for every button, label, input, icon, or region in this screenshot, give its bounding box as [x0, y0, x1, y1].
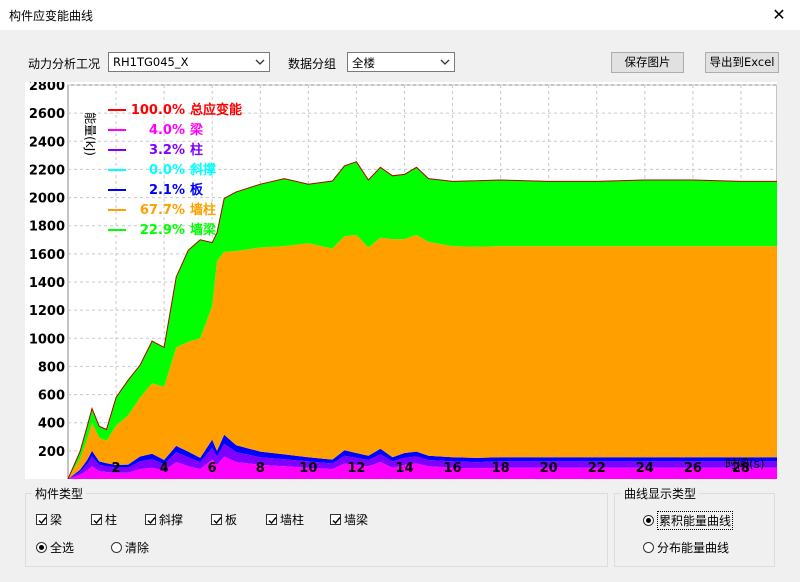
y-tick-label: 200	[38, 445, 65, 460]
close-button[interactable]: ✕	[764, 2, 794, 28]
legend-percent: 3.2%	[149, 143, 185, 158]
component-checkbox-4[interactable]: 墙柱	[266, 511, 304, 528]
select-all-label: 全选	[50, 541, 75, 555]
x-tick-label: 22	[588, 461, 606, 476]
y-tick-label: 2600	[29, 107, 65, 122]
component-checkbox-1[interactable]: 柱	[91, 511, 117, 528]
legend-percent: 67.7%	[140, 203, 185, 218]
title-bar: 构件应变能曲线 ✕	[0, 0, 800, 30]
component-checkbox-3[interactable]: 板	[211, 511, 237, 528]
legend-name: 柱	[190, 142, 203, 158]
y-tick-label: 1600	[29, 248, 65, 263]
y-tick-label: 1400	[29, 276, 65, 291]
chevron-down-icon	[440, 59, 450, 65]
x-tick-label: 20	[540, 461, 558, 476]
window-title: 构件应变能曲线	[9, 9, 94, 23]
legend-name: 斜撑	[189, 162, 216, 178]
x-tick-label: 4	[160, 461, 169, 476]
component-checkbox-2[interactable]: 斜撑	[145, 511, 183, 528]
legend-percent: 22.9%	[140, 223, 185, 238]
component-checkbox-label: 墙柱	[280, 513, 305, 527]
legend-percent: 2.1%	[149, 183, 185, 198]
y-tick-label: 800	[38, 360, 65, 375]
x-tick-label: 26	[684, 461, 702, 476]
legend-name: 板	[190, 182, 204, 198]
cumulative-curve-radio[interactable]: 累积能量曲线	[643, 511, 734, 530]
clear-label: 清除	[125, 541, 150, 555]
radio-circle-icon	[111, 542, 122, 553]
curve-display-title: 曲线显示类型	[621, 485, 700, 502]
chevron-down-icon	[255, 59, 265, 65]
radio-dot-icon	[36, 542, 47, 553]
checkbox-icon	[145, 514, 156, 525]
distribution-curve-radio[interactable]: 分布能量曲线	[643, 539, 729, 556]
distribution-curve-label: 分布能量曲线	[657, 541, 730, 555]
x-tick-label: 24	[636, 461, 654, 476]
checkbox-icon	[91, 514, 102, 525]
data-group-value: 全楼	[352, 56, 375, 70]
y-tick-label: 2200	[29, 163, 65, 178]
y-tick-label: 400	[38, 417, 65, 432]
checkbox-icon	[36, 514, 47, 525]
legend-percent: 100.0%	[131, 103, 185, 118]
y-axis-label: 能量(kJ)	[83, 112, 97, 156]
clear-radio[interactable]: 清除	[111, 539, 149, 556]
data-group-label: 数据分组	[288, 57, 337, 71]
save-image-button[interactable]: 保存图片	[611, 52, 684, 73]
x-tick-label: 16	[443, 461, 461, 476]
radio-dot-icon	[643, 515, 654, 526]
x-tick-label: 12	[347, 461, 365, 476]
x-tick-label: 8	[256, 461, 265, 476]
legend-name: 梁	[189, 122, 204, 138]
x-tick-label: 2	[112, 461, 121, 476]
y-tick-label: 2000	[29, 192, 65, 207]
data-group-select[interactable]: 全楼	[347, 52, 455, 72]
y-tick-label: 2800	[29, 82, 65, 94]
y-tick-label: 1800	[29, 220, 65, 235]
component-checkbox-0[interactable]: 梁	[36, 511, 62, 528]
checkbox-icon	[266, 514, 277, 525]
checkbox-icon	[211, 514, 222, 525]
export-excel-button[interactable]: 导出到Excel	[705, 52, 779, 73]
y-tick-label: 1000	[29, 332, 65, 347]
legend-name: 总应变能	[190, 102, 242, 118]
component-checkbox-label: 墙梁	[344, 513, 369, 527]
x-tick-label: 10	[299, 461, 317, 476]
legend-name: 墙梁	[190, 222, 217, 238]
radio-circle-icon	[643, 542, 654, 553]
x-tick-label: 18	[492, 461, 510, 476]
component-checkbox-5[interactable]: 墙梁	[330, 511, 368, 528]
y-tick-label: 600	[38, 389, 65, 404]
component-checkbox-label: 柱	[105, 513, 118, 527]
y-tick-label: 2400	[29, 135, 65, 150]
component-types-title: 构件类型	[32, 485, 87, 502]
cumulative-curve-label: 累积能量曲线	[657, 511, 734, 530]
analysis-case-value: RH1TG045_X	[113, 55, 189, 69]
x-tick-label: 6	[208, 461, 217, 476]
x-tick-label: 14	[395, 461, 413, 476]
y-tick-label: 1200	[29, 304, 65, 319]
legend-percent: 4.0%	[149, 123, 185, 138]
checkbox-icon	[330, 514, 341, 525]
component-checkbox-label: 梁	[50, 513, 63, 527]
x-axis-label: 时间(s)	[725, 457, 765, 471]
legend-percent: 0.0%	[149, 163, 185, 178]
legend-name: 墙柱	[190, 202, 216, 218]
energy-chart: 2004006008001000120014001600180020002200…	[25, 82, 777, 479]
analysis-case-select[interactable]: RH1TG045_X	[108, 52, 270, 72]
component-checkbox-label: 斜撑	[159, 513, 184, 527]
analysis-case-label: 动力分析工况	[28, 57, 101, 71]
select-all-radio[interactable]: 全选	[36, 539, 74, 556]
component-checkbox-label: 板	[225, 513, 238, 527]
